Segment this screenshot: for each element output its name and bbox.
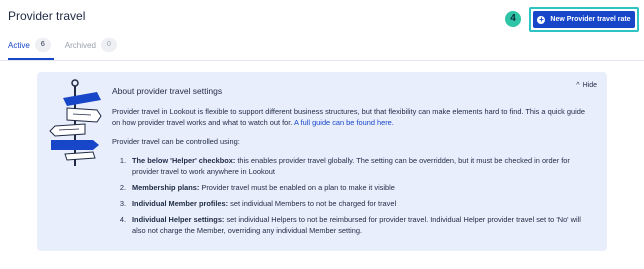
list-number: 2.	[119, 183, 126, 192]
tabs-divider	[0, 60, 644, 61]
info-intro: Provider travel in Lookout is flexible t…	[112, 106, 592, 128]
new-button-label: New Provider travel rate	[550, 16, 631, 23]
info-panel: ^ Hide About provider travel settings Pr…	[37, 72, 607, 251]
list-item-heading: The below 'Helper' checkbox:	[132, 156, 236, 165]
list-item: 1. The below 'Helper' checkbox: this ena…	[112, 155, 592, 177]
new-provider-travel-rate-button[interactable]: + New Provider travel rate	[533, 11, 635, 28]
page-title: Provider travel	[8, 9, 86, 23]
list-number: 1.	[119, 156, 126, 165]
tab-bar: Active 6 Archived 0	[8, 37, 117, 53]
info-content: About provider travel settings Provider …	[112, 86, 592, 241]
full-guide-link[interactable]: A full guide can be found here.	[294, 118, 394, 127]
tab-label: Active	[8, 40, 30, 50]
list-item-heading: Individual Member profiles:	[132, 199, 229, 208]
list-item: 3. Individual Member profiles: set indiv…	[112, 198, 592, 209]
tab-archived[interactable]: Archived 0	[65, 38, 117, 52]
list-number: 4.	[119, 215, 126, 224]
list-item-text: Provider travel must be enabled on a pla…	[199, 183, 395, 192]
list-number: 3.	[119, 199, 126, 208]
list-item-text: set individual Members to not be charged…	[228, 199, 397, 208]
tab-count-badge: 6	[34, 38, 51, 52]
list-item-heading: Membership plans:	[132, 183, 200, 192]
controls-list: 1. The below 'Helper' checkbox: this ena…	[112, 155, 592, 236]
tab-label: Archived	[64, 40, 96, 50]
plus-icon: +	[537, 14, 546, 24]
tab-count-badge: 0	[100, 38, 117, 52]
signpost-illustration	[49, 79, 102, 166]
highlight-frame: + New Provider travel rate	[529, 7, 639, 32]
step-badge: 4	[505, 11, 521, 27]
list-item: 2. Membership plans: Provider travel mus…	[112, 182, 592, 193]
tab-active[interactable]: Active 6	[8, 38, 51, 52]
info-title: About provider travel settings	[112, 86, 223, 96]
controlled-by-text: Provider travel can be controlled using:	[112, 137, 240, 146]
list-item: 4. Individual Helper settings: set indiv…	[112, 214, 592, 236]
list-item-heading: Individual Helper settings:	[132, 215, 225, 224]
